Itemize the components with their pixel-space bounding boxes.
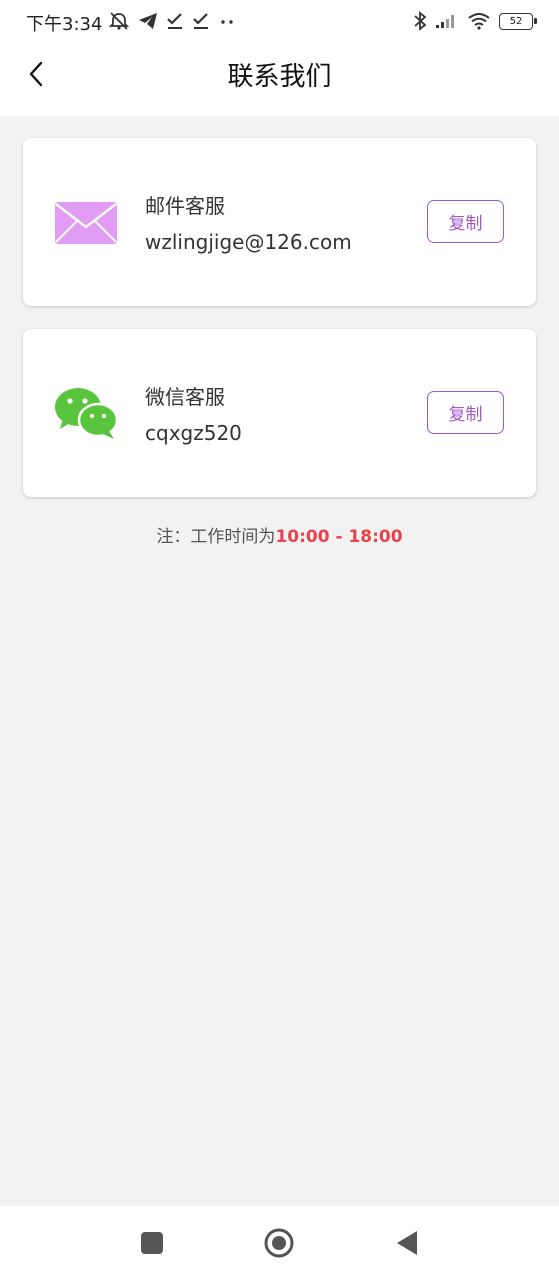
system-nav-bar <box>0 1206 559 1280</box>
home-button[interactable] <box>264 1228 294 1258</box>
note-hours: 10:00 - 18:00 <box>275 527 403 547</box>
status-left-icons <box>108 9 236 33</box>
mute-bell-icon <box>108 12 130 30</box>
email-contact-card: 邮件客服 wzlingjige@126.com 复制 <box>23 138 536 306</box>
contact-value: cqxgz520 <box>145 421 242 445</box>
contact-title: 邮件客服 <box>145 194 225 218</box>
check-icon <box>167 13 182 29</box>
copy-email-button[interactable]: 复制 <box>427 200 504 243</box>
mail-icon <box>55 202 117 244</box>
back-triangle-icon <box>397 1231 417 1255</box>
status-time: 下午3:34 <box>26 14 103 35</box>
bluetooth-icon <box>414 11 427 31</box>
home-icon <box>264 1228 294 1258</box>
recent-apps-icon <box>141 1232 163 1254</box>
status-bar: 下午3:34 52 <box>0 0 559 42</box>
battery-icon: 52 <box>499 12 537 30</box>
header: 联系我们 <box>0 42 559 116</box>
page-title: 联系我们 <box>227 62 332 92</box>
wechat-icon <box>55 388 119 439</box>
contact-title: 微信客服 <box>145 385 225 409</box>
check-icon <box>193 13 208 29</box>
contact-value: wzlingjige@126.com <box>145 230 352 254</box>
back-nav-button[interactable] <box>392 1228 422 1258</box>
recent-apps-button[interactable] <box>137 1228 167 1258</box>
telegram-icon <box>139 13 157 29</box>
wifi-icon <box>468 13 490 30</box>
battery-level: 52 <box>509 15 523 27</box>
note-prefix: 注：工作时间为 <box>156 527 276 547</box>
copy-wechat-button[interactable]: 复制 <box>427 391 504 434</box>
more-dots-icon <box>221 20 233 24</box>
wechat-contact-card: 微信客服 cqxgz520 复制 <box>23 329 536 497</box>
signal-icon <box>436 15 454 28</box>
status-right-icons: 52 <box>413 9 537 33</box>
working-hours-note: 注：工作时间为10:00 - 18:00 <box>0 522 559 547</box>
